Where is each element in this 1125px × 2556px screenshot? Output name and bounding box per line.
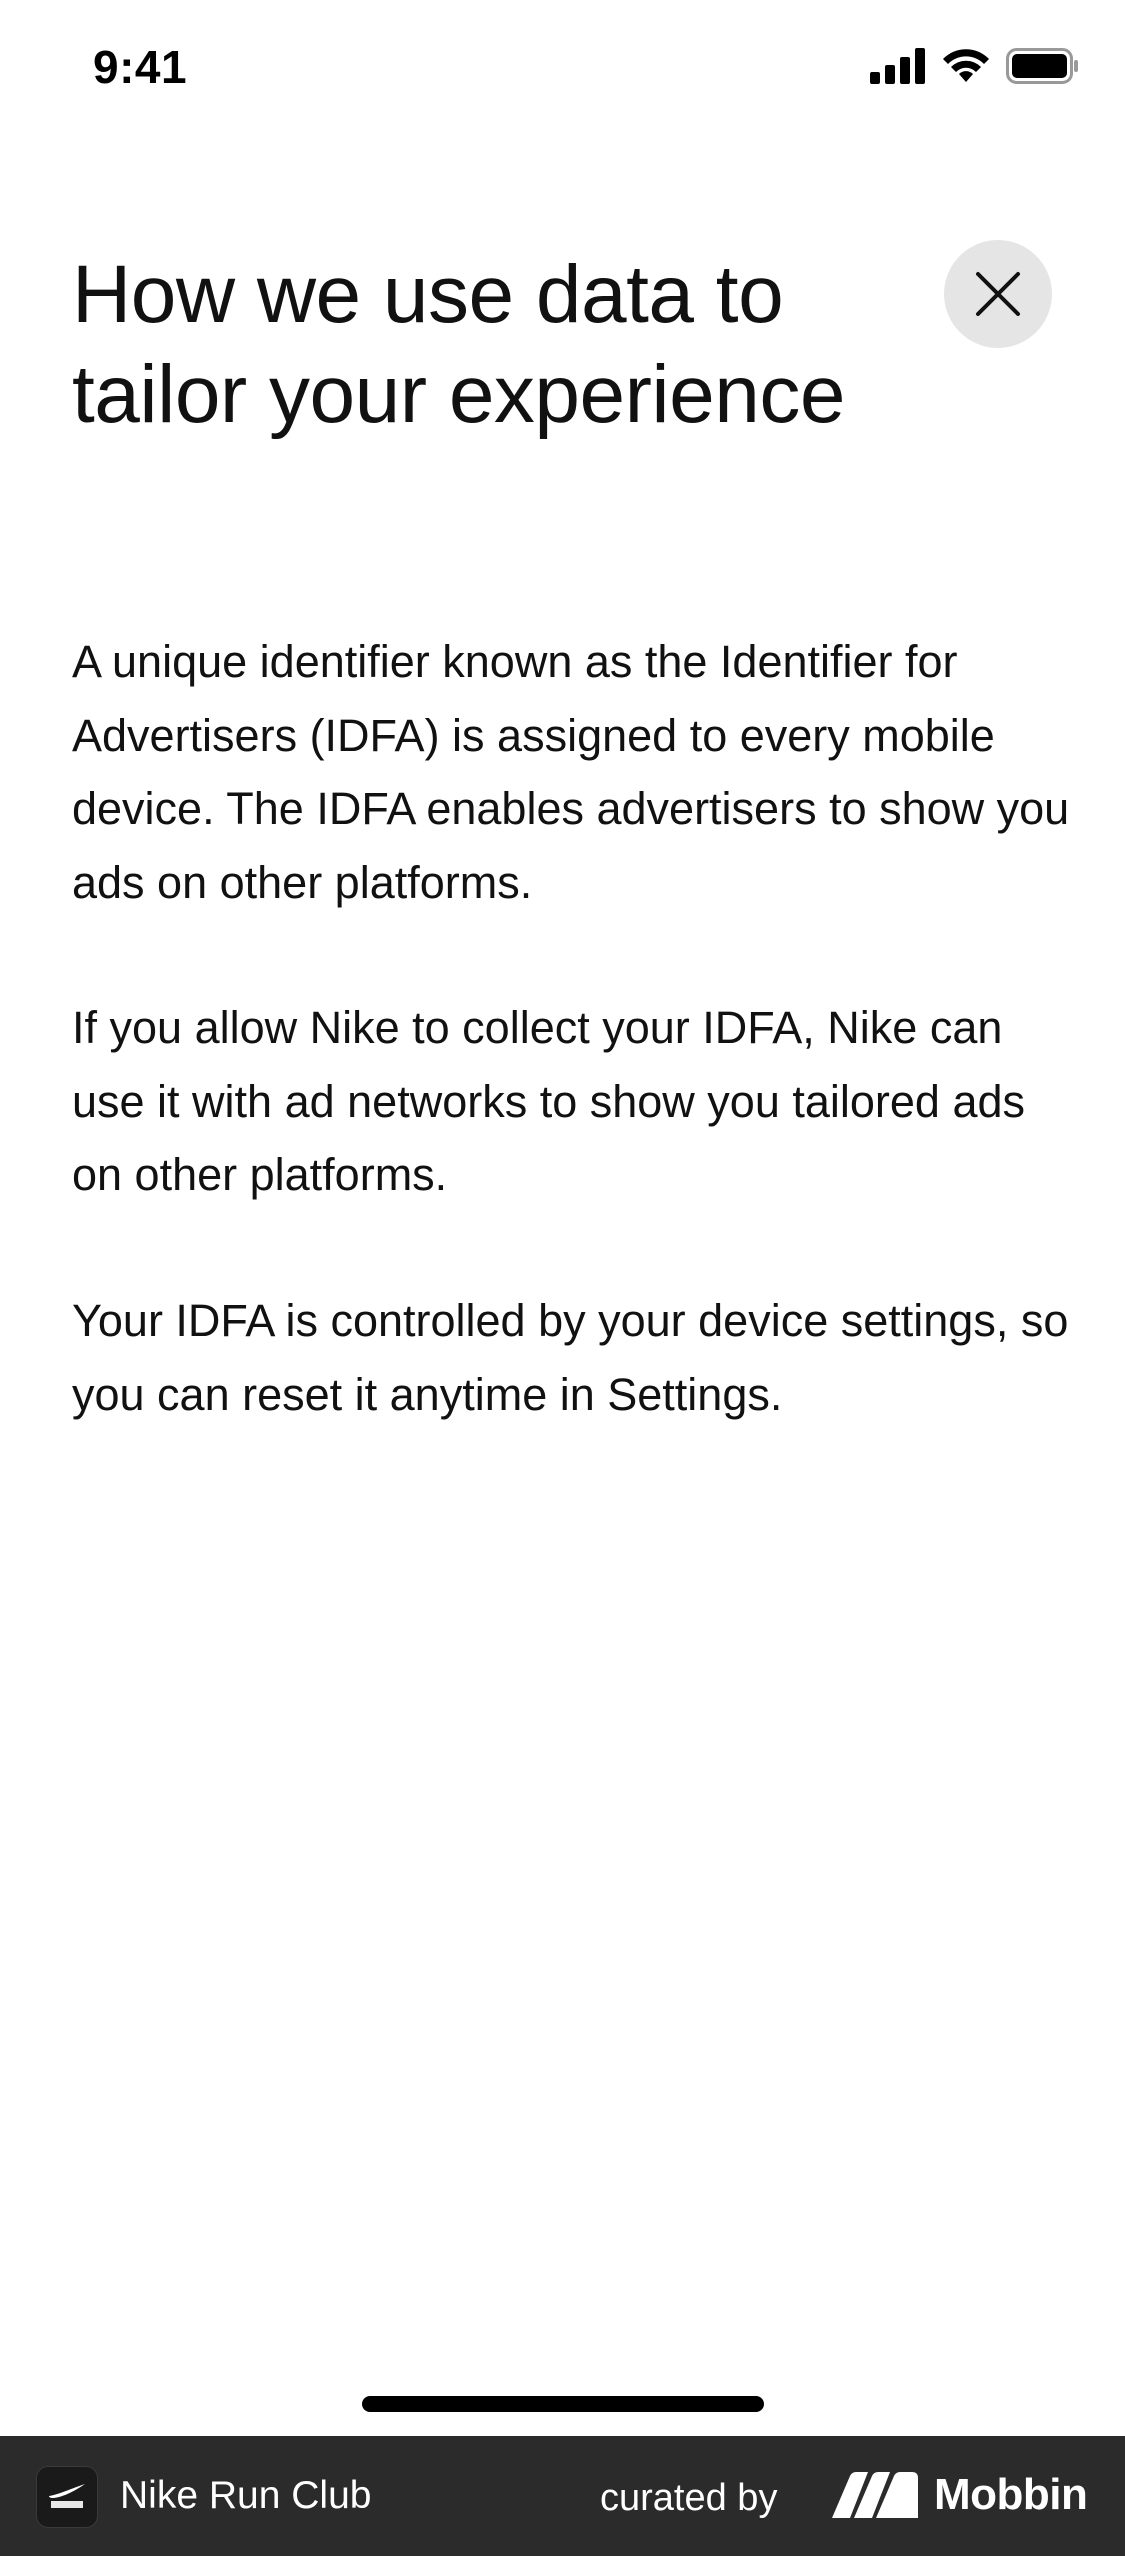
mobbin-logo-icon	[832, 2472, 918, 2518]
nike-run-club-logo-icon	[36, 2466, 98, 2528]
screen: 9:41 How we use data to tailor your expe…	[0, 0, 1125, 2556]
close-button[interactable]	[944, 240, 1052, 348]
idfa-settings-paragraph: Your IDFA is controlled by your device s…	[72, 1295, 1069, 1420]
mobbin-brand-name: Mobbin	[934, 2470, 1088, 2519]
nike-usage-paragraph: If you allow Nike to collect your IDFA, …	[72, 1002, 1025, 1200]
cellular-signal-icon	[870, 48, 925, 84]
app-name: Nike Run Club	[120, 2474, 372, 2517]
page-title: How we use data to tailor your experienc…	[72, 249, 845, 440]
battery-icon	[1006, 48, 1078, 84]
idfa-description-paragraph: A unique identifier known as the Identif…	[72, 636, 1070, 908]
curated-by-label: curated by	[600, 2477, 778, 2519]
status-bar: 9:41	[0, 0, 1125, 140]
home-indicator[interactable]	[362, 2396, 764, 2412]
footer-bar: Nike Run Club curated by Mobbin	[0, 2436, 1125, 2556]
status-icons	[870, 48, 1080, 84]
status-time: 9:41	[93, 41, 188, 93]
close-icon	[976, 272, 1020, 316]
wifi-icon	[943, 49, 989, 82]
